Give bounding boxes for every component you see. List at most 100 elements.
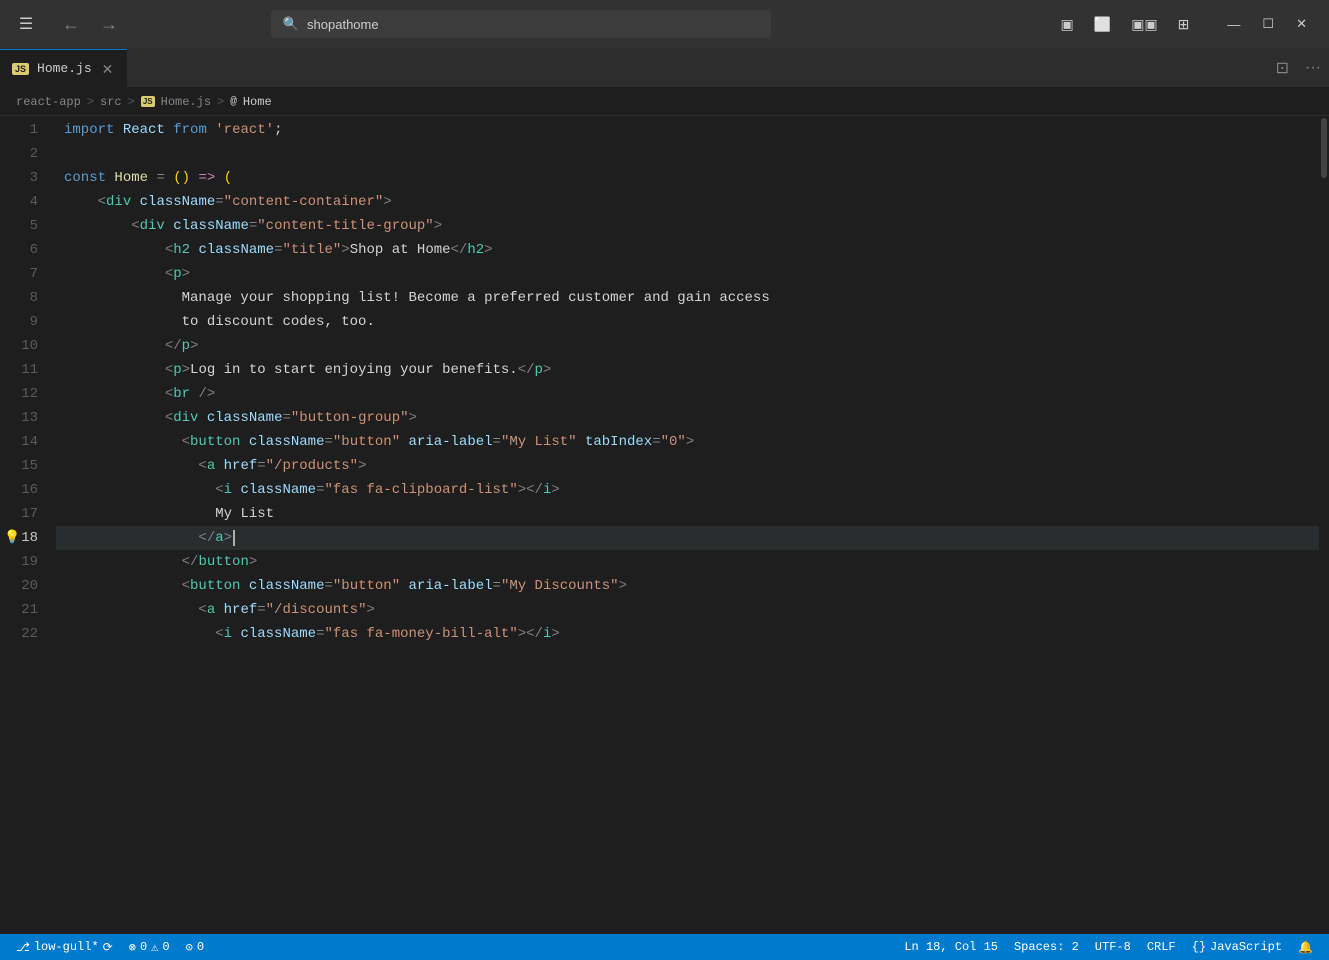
status-right: Ln 18, Col 15 Spaces: 2 UTF-8 CRLF {} Ja… bbox=[896, 940, 1321, 955]
code-line-9: to discount codes, too. bbox=[56, 310, 1319, 334]
line-number-16: 16 bbox=[0, 478, 48, 502]
titlebar: ☰ ← → 🔍 ▣ ⬜ ▣▣ ⊞ — ☐ ✕ bbox=[0, 0, 1329, 48]
status-position[interactable]: Ln 18, Col 15 bbox=[896, 940, 1006, 954]
breadcrumb-src[interactable]: src bbox=[100, 95, 122, 109]
line-number-2: 2 bbox=[0, 142, 48, 166]
code-line-18: </a> bbox=[56, 526, 1319, 550]
code-line-21: <a href="/discounts"> bbox=[56, 598, 1319, 622]
maximize-button[interactable]: ☐ bbox=[1252, 12, 1284, 36]
code-line-20: <button className="button" aria-label="M… bbox=[56, 574, 1319, 598]
breadcrumb-function[interactable]: Home bbox=[243, 95, 272, 109]
breadcrumb-filename[interactable]: Home.js bbox=[161, 95, 211, 109]
back-button[interactable]: ← bbox=[56, 10, 86, 39]
line-ending-text: CRLF bbox=[1147, 940, 1176, 954]
warning-count: 0 bbox=[162, 940, 169, 954]
spaces-text: Spaces: 2 bbox=[1014, 940, 1079, 954]
code-line-19: </button> bbox=[56, 550, 1319, 574]
encoding-text: UTF-8 bbox=[1095, 940, 1131, 954]
line-number-13: 13 bbox=[0, 406, 48, 430]
nav-buttons: ← → bbox=[56, 10, 124, 39]
line-number-11: 11 bbox=[0, 358, 48, 382]
code-line-16: <i className="fas fa-clipboard-list"></i… bbox=[56, 478, 1319, 502]
status-line-ending[interactable]: CRLF bbox=[1139, 940, 1184, 954]
line-number-1: 1 bbox=[0, 118, 48, 142]
code-line-22: <i className="fas fa-money-bill-alt"></i… bbox=[56, 622, 1319, 646]
code-line-14: <button className="button" aria-label="M… bbox=[56, 430, 1319, 454]
line-number-9: 9 bbox=[0, 310, 48, 334]
line-number-7: 7 bbox=[0, 262, 48, 286]
line-number-3: 3 bbox=[0, 166, 48, 190]
line-number-12: 12 bbox=[0, 382, 48, 406]
search-icon: 🔍 bbox=[283, 17, 299, 32]
breadcrumb-symbol-icon: @ bbox=[230, 96, 237, 108]
tab-home-js[interactable]: JS Home.js ✕ bbox=[0, 49, 127, 87]
line-number-4: 4 bbox=[0, 190, 48, 214]
window-controls: — ☐ ✕ bbox=[1217, 12, 1317, 36]
line-number-14: 14 bbox=[0, 430, 48, 454]
branch-name: low-gull* bbox=[34, 940, 99, 954]
code-line-2 bbox=[56, 142, 1319, 166]
warning-icon: ⚠ bbox=[151, 940, 158, 955]
code-line-4: <div className="content-container"> bbox=[56, 190, 1319, 214]
editor-area: 1234567891011121314151617💡1819202122 imp… bbox=[0, 116, 1329, 934]
remote-count: 0 bbox=[197, 940, 204, 954]
code-line-7: <p> bbox=[56, 262, 1319, 286]
statusbar: ⎇ low-gull* ⟳ ⊗ 0 ⚠ 0 ⊙ 0 Ln 18, Col 15 … bbox=[0, 934, 1329, 960]
minimize-button[interactable]: — bbox=[1217, 12, 1250, 36]
line-number-18: 💡18 bbox=[0, 526, 48, 550]
layout-actions: ▣ ⬜ ▣▣ ⊞ bbox=[1053, 12, 1198, 37]
code-line-15: <a href="/products"> bbox=[56, 454, 1319, 478]
line-number-6: 6 bbox=[0, 238, 48, 262]
close-button[interactable]: ✕ bbox=[1286, 12, 1317, 36]
remote-icon: ⊙ bbox=[186, 940, 193, 955]
language-text: JavaScript bbox=[1210, 940, 1282, 954]
breadcrumb-sep3: > bbox=[217, 95, 224, 109]
line-number-15: 15 bbox=[0, 454, 48, 478]
layout-sidebar-button[interactable]: ▣▣ bbox=[1123, 12, 1165, 37]
code-line-8: Manage your shopping list! Become a pref… bbox=[56, 286, 1319, 310]
position-text: Ln 18, Col 15 bbox=[904, 940, 998, 954]
line-number-17: 17 bbox=[0, 502, 48, 526]
status-encoding[interactable]: UTF-8 bbox=[1087, 940, 1139, 954]
breadcrumb-react-app[interactable]: react-app bbox=[16, 95, 81, 109]
status-spaces[interactable]: Spaces: 2 bbox=[1006, 940, 1087, 954]
status-branch[interactable]: ⎇ low-gull* ⟳ bbox=[8, 934, 121, 960]
error-icon: ⊗ bbox=[129, 940, 136, 955]
breadcrumb-sep2: > bbox=[128, 95, 135, 109]
code-line-1: import React from 'react'; bbox=[56, 118, 1319, 142]
code-line-11: <p>Log in to start enjoying your benefit… bbox=[56, 358, 1319, 382]
code-area[interactable]: import React from 'react'; const Home = … bbox=[56, 116, 1319, 934]
tab-close-button[interactable]: ✕ bbox=[100, 60, 116, 78]
search-input[interactable] bbox=[307, 17, 759, 32]
forward-button[interactable]: → bbox=[94, 10, 124, 39]
code-line-17: My List bbox=[56, 502, 1319, 526]
code-line-10: </p> bbox=[56, 334, 1319, 358]
line-number-21: 21 bbox=[0, 598, 48, 622]
line-numbers: 1234567891011121314151617💡1819202122 bbox=[0, 116, 56, 934]
code-line-13: <div className="button-group"> bbox=[56, 406, 1319, 430]
error-count: 0 bbox=[140, 940, 147, 954]
search-bar[interactable]: 🔍 bbox=[271, 10, 771, 38]
split-editor-button[interactable]: ⊡ bbox=[1268, 54, 1297, 82]
status-bell[interactable]: 🔔 bbox=[1290, 940, 1321, 955]
scrollbar[interactable] bbox=[1319, 116, 1329, 934]
language-icon: {} bbox=[1192, 940, 1206, 954]
breadcrumb-sep1: > bbox=[87, 95, 94, 109]
menu-icon[interactable]: ☰ bbox=[12, 14, 40, 34]
more-actions-button[interactable]: ··· bbox=[1297, 55, 1329, 81]
status-remote[interactable]: ⊙ 0 bbox=[178, 934, 212, 960]
line-number-20: 20 bbox=[0, 574, 48, 598]
layout-grid-button[interactable]: ⊞ bbox=[1170, 12, 1198, 37]
code-line-5: <div className="content-title-group"> bbox=[56, 214, 1319, 238]
breadcrumb-js-icon: JS bbox=[141, 96, 155, 107]
code-line-12: <br /> bbox=[56, 382, 1319, 406]
scrollbar-thumb bbox=[1321, 118, 1327, 178]
status-errors[interactable]: ⊗ 0 ⚠ 0 bbox=[121, 934, 178, 960]
line-number-19: 19 bbox=[0, 550, 48, 574]
lightbulb-icon[interactable]: 💡 bbox=[4, 526, 20, 550]
sync-icon: ⟳ bbox=[103, 940, 113, 955]
status-language[interactable]: {} JavaScript bbox=[1184, 940, 1290, 954]
layout-split-button[interactable]: ⬜ bbox=[1086, 12, 1119, 37]
layout-editor-button[interactable]: ▣ bbox=[1053, 12, 1082, 37]
line-number-8: 8 bbox=[0, 286, 48, 310]
